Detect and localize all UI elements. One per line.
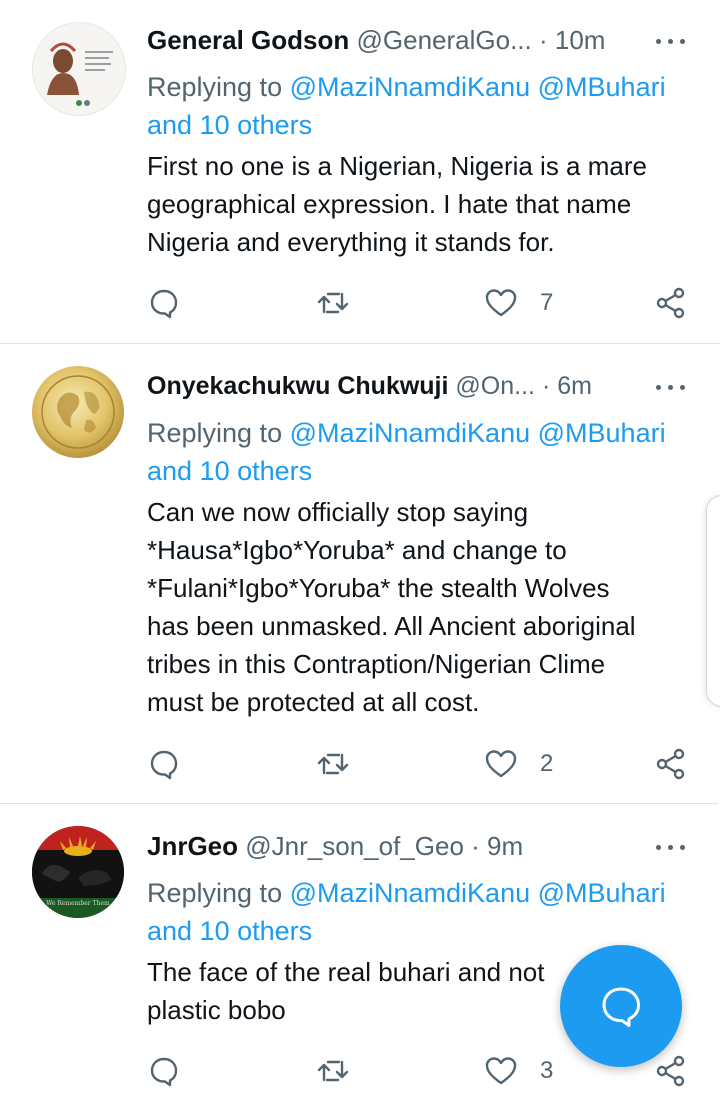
avatar[interactable] [32,22,126,116]
retweet-button[interactable] [316,747,350,781]
display-name[interactable]: JnrGeo [147,831,238,861]
user-handle[interactable]: @Jnr_son_of_Geo [245,831,464,861]
more-options-button[interactable] [654,832,688,862]
replying-to: Replying to @MaziNnamdiKanu @MBuhari and… [147,72,666,140]
share-button[interactable] [654,286,688,320]
reply-icon [150,1057,178,1087]
display-name[interactable]: Onyekachukwu Chukwuji [147,372,448,400]
share-icon [656,1055,685,1087]
profile-photo-icon [33,23,125,115]
tweet-text: First no one is a Nigerian, Nigeria is a… [147,151,647,257]
tweet[interactable]: Onyekachukwu Chukwuji @On... · 6m Replyi… [0,344,720,802]
replying-to: Replying to @MaziNnamdiKanu @MBuhari and… [147,878,666,946]
others-link[interactable]: and 10 others [147,916,312,946]
like-count: 2 [540,750,554,777]
like-count: 7 [540,289,554,316]
retweet-button[interactable] [316,1054,350,1088]
share-button[interactable] [654,1054,688,1088]
reply-button[interactable] [147,1054,181,1088]
compose-reply-icon [602,987,640,1027]
more-options-button[interactable] [654,372,688,402]
mention-link[interactable]: @MaziNnamdiKanu [290,72,531,102]
share-icon [656,287,685,319]
heart-icon [485,750,517,778]
avatar-caption: We Remember Them [46,900,110,907]
more-icon [656,39,661,44]
retweet-icon [317,292,349,314]
reply-icon [150,750,178,780]
side-panel-handle[interactable] [706,495,720,707]
heart-icon [485,289,517,317]
tweet-header: JnrGeo @Jnr_son_of_Geo · 9m [147,828,523,864]
user-handle[interactable]: @On... [455,372,535,400]
tweet-header: Onyekachukwu Chukwuji @On... · 6m [147,368,592,404]
retweet-icon [317,753,349,775]
tweet-header: General Godson @GeneralGo... · 10m [147,22,605,58]
like-count: 3 [540,1057,554,1084]
tweet-text: Can we now officially stop saying *Hausa… [147,497,636,717]
avatar[interactable] [32,366,124,458]
share-button[interactable] [654,747,688,781]
reply-icon [150,289,178,319]
retweet-icon [317,1060,349,1082]
mention-link[interactable]: @MaziNnamdiKanu [290,418,531,448]
tweet[interactable]: General Godson @GeneralGo... · 10m Reply… [0,0,720,342]
retweet-button[interactable] [316,286,350,320]
avatar[interactable]: We Remember Them [32,826,124,918]
heart-icon [485,1057,517,1085]
mention-link[interactable]: @MBuhari [538,878,666,908]
timestamp[interactable]: · 9m [471,831,523,861]
mention-link[interactable]: @MaziNnamdiKanu [290,878,531,908]
reply-button[interactable] [147,286,181,320]
more-options-button[interactable] [654,26,688,56]
timestamp[interactable]: · 6m [542,372,592,400]
display-name[interactable]: General Godson [147,25,349,55]
timestamp[interactable]: · 10m [539,25,605,55]
others-link[interactable]: and 10 others [147,456,312,486]
user-handle[interactable]: @GeneralGo... [357,25,532,55]
mention-link[interactable]: @MBuhari [538,72,666,102]
reply-button[interactable] [147,747,181,781]
like-button[interactable] [484,747,518,781]
others-link[interactable]: and 10 others [147,110,312,140]
like-button[interactable] [484,286,518,320]
mention-link[interactable]: @MBuhari [538,418,666,448]
like-button[interactable] [484,1054,518,1088]
more-icon [656,845,661,850]
replying-to: Replying to @MaziNnamdiKanu @MBuhari and… [147,418,666,486]
compose-reply-button[interactable] [560,945,682,1067]
share-icon [656,748,685,780]
more-icon [656,385,661,390]
golden-globe-icon [41,375,115,449]
